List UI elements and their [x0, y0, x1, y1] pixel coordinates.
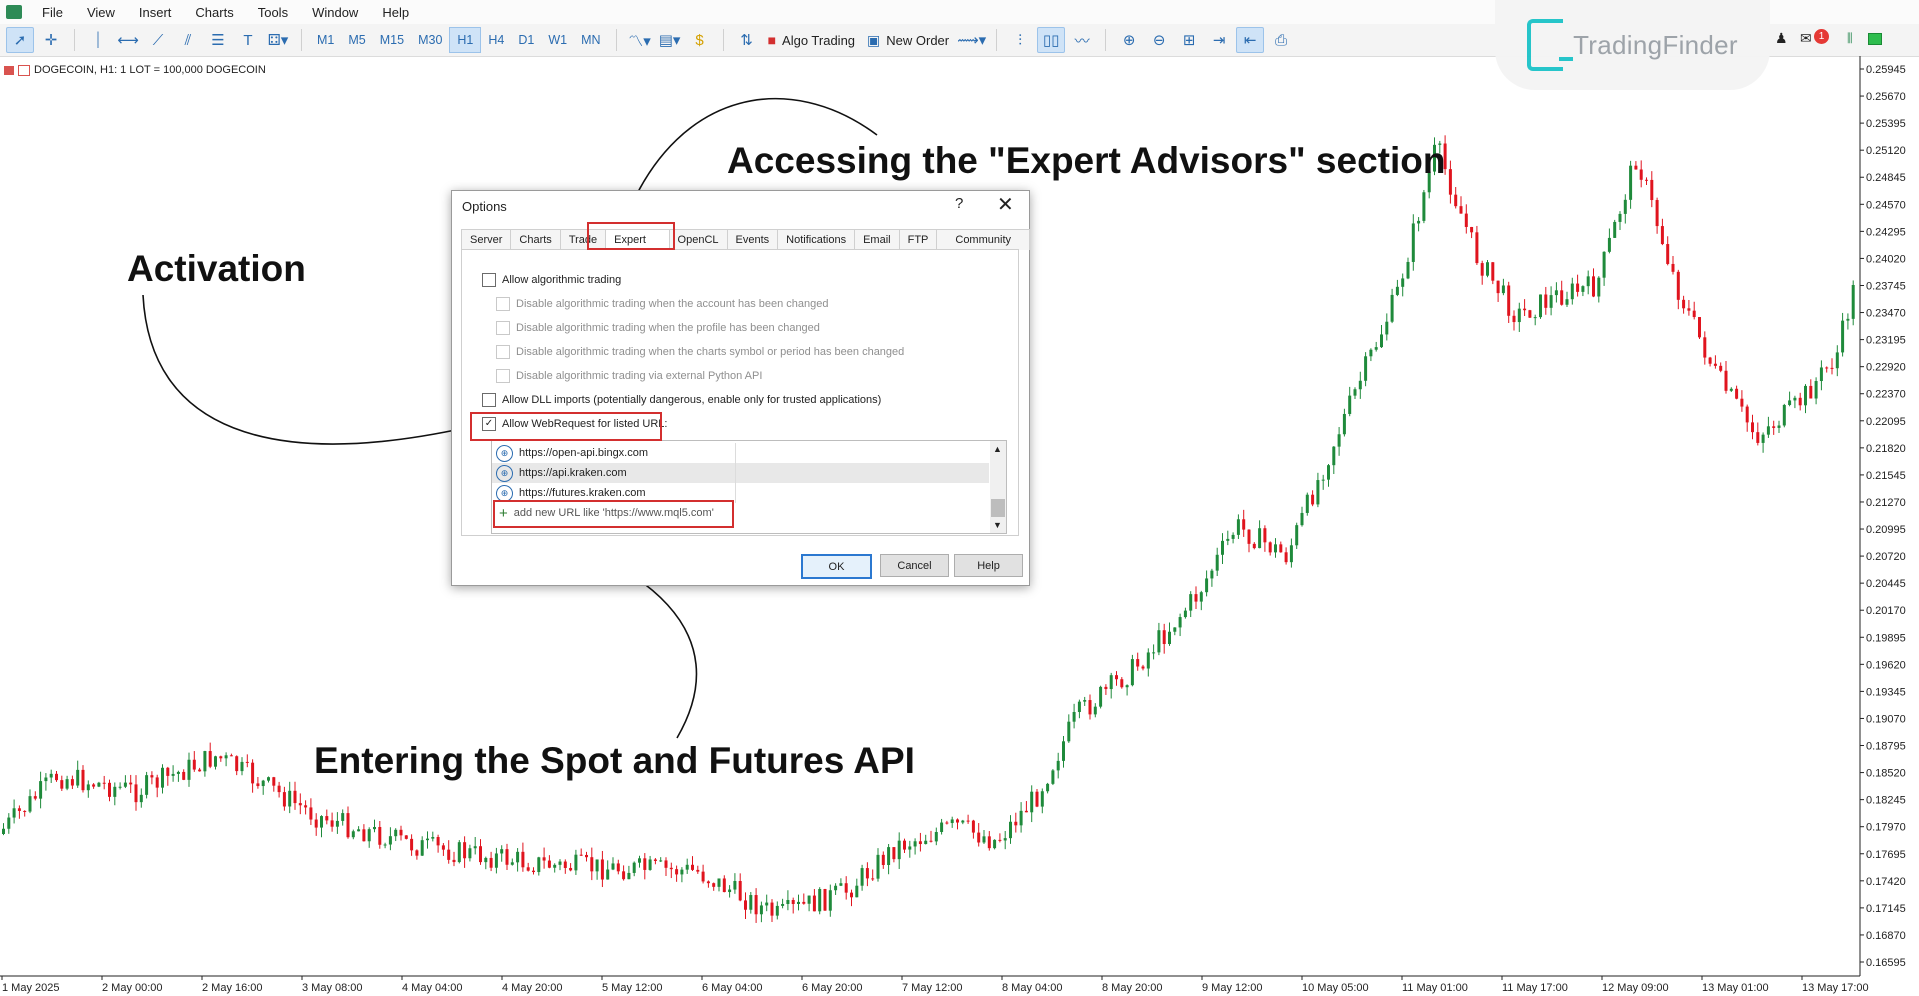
- checkbox[interactable]: [496, 321, 510, 335]
- checkbox[interactable]: [496, 297, 510, 311]
- tab-charts[interactable]: Charts: [510, 229, 561, 250]
- annotation-api: Entering the Spot and Futures API: [314, 740, 915, 781]
- option-disable-via-python[interactable]: Disable algorithmic trading via external…: [496, 369, 762, 383]
- annotation-activation: Activation: [127, 248, 306, 289]
- option-disable-on-symbol-change[interactable]: Disable algorithmic trading when the cha…: [496, 345, 904, 359]
- option-allow-dll-imports[interactable]: Allow DLL imports (potentially dangerous…: [482, 393, 881, 407]
- globe-icon: ⊕: [496, 464, 513, 482]
- globe-icon: ⊕: [496, 484, 513, 502]
- highlight-add-url: [493, 500, 734, 528]
- option-allow-algo-trading[interactable]: Allow algorithmic trading: [482, 273, 621, 287]
- tab-ftp[interactable]: FTP: [898, 229, 938, 250]
- scroll-up-icon[interactable]: ▲: [993, 444, 1002, 454]
- tab-email[interactable]: Email: [854, 229, 900, 250]
- cancel-button[interactable]: Cancel: [880, 554, 949, 577]
- tab-opencl[interactable]: OpenCL: [668, 229, 728, 250]
- scroll-down-icon[interactable]: ▼: [993, 520, 1002, 530]
- tab-notifications[interactable]: Notifications: [777, 229, 856, 250]
- column-divider: [735, 443, 736, 463]
- annotation-expert-advisors: Accessing the "Expert Advisors" section: [727, 140, 1446, 181]
- checkbox[interactable]: [482, 393, 496, 407]
- checkbox[interactable]: [496, 345, 510, 359]
- dialog-title: Options: [462, 199, 507, 214]
- arrow-to-webrequest-checkbox: [142, 294, 469, 445]
- tab-community[interactable]: Community: [936, 229, 1030, 250]
- dialog-help-button[interactable]: ?: [955, 195, 963, 212]
- scroll-thumb[interactable]: [991, 499, 1005, 517]
- column-divider: [735, 463, 736, 483]
- tab-server[interactable]: Server: [461, 229, 512, 250]
- help-button[interactable]: Help: [954, 554, 1023, 577]
- options-tabs: Server Charts Trade Expert Advisors Open…: [461, 229, 1030, 266]
- terminal-window: File View Insert Charts Tools Window Hel…: [0, 0, 1919, 996]
- option-disable-on-account-change[interactable]: Disable algorithmic trading when the acc…: [496, 297, 828, 311]
- dialog-close-button[interactable]: ✕: [997, 192, 1014, 217]
- url-row[interactable]: ⊕ https://api.kraken.com: [492, 463, 989, 483]
- highlight-expert-advisors-tab: [587, 222, 675, 250]
- highlight-webrequest-option: [470, 412, 662, 441]
- tab-events[interactable]: Events: [726, 229, 779, 250]
- url-row[interactable]: ⊕ https://open-api.bingx.com: [492, 443, 989, 463]
- checkbox[interactable]: [482, 273, 496, 287]
- ok-button[interactable]: OK: [801, 554, 872, 579]
- globe-icon: ⊕: [496, 444, 513, 462]
- expert-advisors-panel: Allow algorithmic trading Disable algori…: [461, 249, 1019, 536]
- checkbox[interactable]: [496, 369, 510, 383]
- option-disable-on-profile-change[interactable]: Disable algorithmic trading when the pro…: [496, 321, 820, 335]
- column-divider: [735, 483, 736, 503]
- url-list-scrollbar[interactable]: ▲ ▼: [990, 441, 1006, 533]
